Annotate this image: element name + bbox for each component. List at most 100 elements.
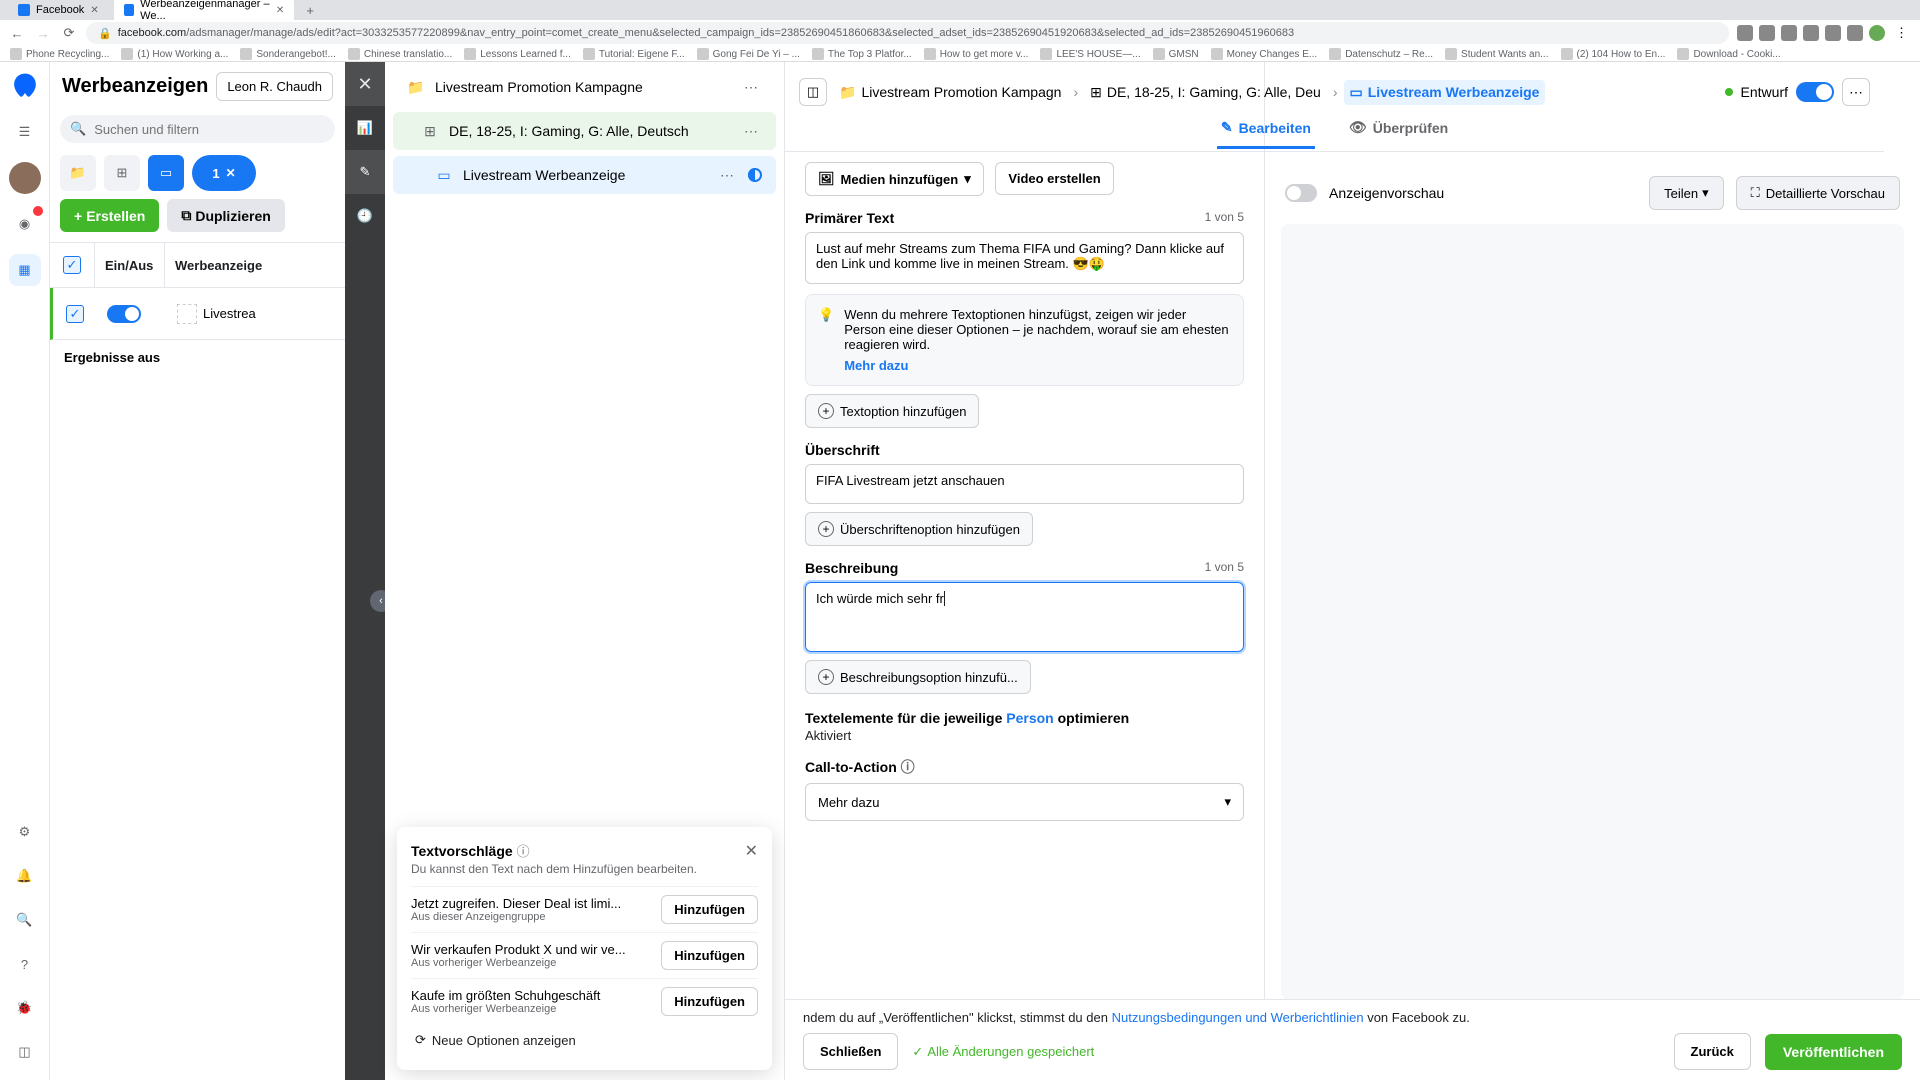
forward-icon[interactable]: → xyxy=(34,24,52,42)
reload-icon[interactable]: ⟳ xyxy=(60,24,78,42)
bookmark[interactable]: Chinese translatio... xyxy=(348,48,452,60)
bookmark[interactable]: LEE'S HOUSE—... xyxy=(1040,48,1140,60)
menu-icon[interactable]: ⋮ xyxy=(1891,25,1912,41)
bookmark[interactable]: Tutorial: Eigene F... xyxy=(583,48,685,60)
new-tab-button[interactable]: + xyxy=(298,3,322,18)
status-toggle[interactable] xyxy=(107,305,141,323)
crumb-ad[interactable]: ▭Livestream Werbeanzeige xyxy=(1344,80,1546,105)
panel-icon[interactable]: ◫ xyxy=(9,1036,41,1068)
tab-campaigns[interactable]: 📁 xyxy=(60,155,96,191)
close-icon[interactable]: ✕ xyxy=(226,166,236,180)
back-icon[interactable]: ← xyxy=(8,24,26,42)
primary-text-input[interactable]: Lust auf mehr Streams zum Thema FIFA und… xyxy=(805,232,1244,284)
gear-icon[interactable]: ⚙ xyxy=(9,816,41,848)
search-input[interactable]: 🔍 xyxy=(60,115,335,143)
tab-edit[interactable]: ✎Bearbeiten xyxy=(1217,109,1315,149)
ext-icon[interactable] xyxy=(1759,25,1775,41)
ext-icon[interactable] xyxy=(1803,25,1819,41)
address-bar[interactable]: 🔒 facebook.com /adsmanager/manage/ads/ed… xyxy=(86,22,1729,44)
checkbox[interactable]: ✓ xyxy=(66,305,84,323)
bookmark[interactable]: (2) 104 How to En... xyxy=(1561,48,1666,60)
meta-logo-icon[interactable] xyxy=(10,72,40,102)
gauge-icon[interactable]: ◉ xyxy=(9,208,41,240)
bookmark[interactable]: (1) How Working a... xyxy=(121,48,228,60)
bookmark[interactable]: Phone Recycling... xyxy=(10,48,109,60)
history-icon[interactable]: 🕘 xyxy=(345,194,385,238)
close-icon[interactable]: ✕ xyxy=(745,841,758,861)
crumb-campaign[interactable]: 📁Livestream Promotion Kampagn xyxy=(833,80,1067,105)
headline-input[interactable]: FIFA Livestream jetzt anschauen xyxy=(805,464,1244,504)
add-suggestion-button[interactable]: Hinzufügen xyxy=(661,987,758,1016)
terms-link[interactable]: Nutzungsbedingungen und Werberichtlinien xyxy=(1112,1010,1364,1025)
ad-status-toggle[interactable] xyxy=(1796,82,1834,102)
add-description-option-button[interactable]: +Beschreibungsoption hinzufü... xyxy=(805,660,1031,694)
info-icon[interactable]: ⓘ xyxy=(901,759,915,775)
bookmark[interactable]: Download - Cooki... xyxy=(1677,48,1780,60)
create-video-button[interactable]: Video erstellen xyxy=(995,162,1113,195)
bookmark[interactable]: How to get more v... xyxy=(924,48,1029,60)
bookmark[interactable]: The Top 3 Platfor... xyxy=(812,48,912,60)
cta-select[interactable]: Mehr dazu ▾ xyxy=(805,783,1244,821)
avatar[interactable] xyxy=(9,162,41,194)
bug-icon[interactable]: 🐞 xyxy=(9,992,41,1024)
add-text-option-button[interactable]: +Textoption hinzufügen xyxy=(805,394,979,428)
bookmark[interactable]: Datenschutz – Re... xyxy=(1329,48,1433,60)
browser-tab[interactable]: Facebook ✕ xyxy=(8,1,110,19)
bell-icon[interactable]: 🔔 xyxy=(9,860,41,892)
table-row[interactable]: ✓ Livestrea xyxy=(50,288,345,340)
bookmark[interactable]: Gong Fei De Yi – ... xyxy=(697,48,800,60)
close-editor-button[interactable]: ✕ xyxy=(345,62,385,106)
add-media-button[interactable]: 🖼Medien hinzufügen▾ xyxy=(805,162,984,196)
tree-ad[interactable]: ▭ Livestream Werbeanzeige ⋯ xyxy=(393,156,776,194)
chart-icon[interactable]: 📊 xyxy=(345,106,385,150)
account-dropdown[interactable]: Leon R. Chaudh xyxy=(216,72,333,101)
info-icon[interactable]: ⓘ xyxy=(517,841,530,860)
ext-icon[interactable] xyxy=(1737,25,1753,41)
filter-chip[interactable]: 1 ✕ xyxy=(192,155,256,191)
bookmark[interactable]: Student Wants an... xyxy=(1445,48,1548,60)
ext-icon[interactable] xyxy=(1825,25,1841,41)
col-ad[interactable]: Werbeanzeige xyxy=(164,243,345,287)
bookmark[interactable]: Lessons Learned f... xyxy=(464,48,571,60)
preview-toggle[interactable] xyxy=(1285,184,1317,202)
tree-campaign[interactable]: 📁 Livestream Promotion Kampagne ⋯ xyxy=(393,68,776,106)
search-field[interactable] xyxy=(94,122,325,137)
learn-more-link[interactable]: Mehr dazu xyxy=(844,358,1231,373)
ext-icon[interactable] xyxy=(1781,25,1797,41)
tab-review[interactable]: 👁Überprüfen xyxy=(1345,109,1452,149)
publish-button[interactable]: Veröffentlichen xyxy=(1765,1034,1902,1070)
add-suggestion-button[interactable]: Hinzufügen xyxy=(661,895,758,924)
checkbox-all[interactable]: ✓ xyxy=(63,256,81,274)
more-icon[interactable]: ⋯ xyxy=(740,123,762,140)
more-icon[interactable]: ⋯ xyxy=(716,167,738,184)
panel-toggle-icon[interactable]: ◫ xyxy=(799,78,827,106)
search-icon[interactable]: 🔍 xyxy=(9,904,41,936)
bookmark[interactable]: Sonderangebot!... xyxy=(240,48,336,60)
crumb-adset[interactable]: ⊞DE, 18-25, I: Gaming, G: Alle, Deu xyxy=(1084,80,1327,105)
tab-adsets[interactable]: ⊞ xyxy=(104,155,140,191)
duplicate-button[interactable]: ⧉Duplizieren xyxy=(167,199,284,232)
person-link[interactable]: Person xyxy=(1006,710,1053,726)
ext-icon[interactable] xyxy=(1847,25,1863,41)
more-suggestions-button[interactable]: ⟳ Neue Optionen anzeigen xyxy=(411,1024,758,1056)
col-toggle[interactable]: Ein/Aus xyxy=(94,243,164,287)
close-icon[interactable]: ✕ xyxy=(276,5,284,15)
back-button[interactable]: Zurück xyxy=(1674,1033,1751,1070)
bookmark[interactable]: GMSN xyxy=(1153,48,1199,60)
close-button[interactable]: Schließen xyxy=(803,1033,898,1070)
share-button[interactable]: Teilen▾ xyxy=(1649,176,1724,210)
description-input[interactable]: Ich würde mich sehr fr xyxy=(805,582,1244,652)
add-suggestion-button[interactable]: Hinzufügen xyxy=(661,941,758,970)
tree-adset[interactable]: ⊞ DE, 18-25, I: Gaming, G: Alle, Deutsch… xyxy=(393,112,776,150)
detailed-preview-button[interactable]: ⛶Detaillierte Vorschau xyxy=(1736,176,1900,210)
close-icon[interactable]: ✕ xyxy=(90,5,100,15)
more-icon[interactable]: ⋯ xyxy=(740,79,762,96)
hamburger-icon[interactable]: ☰ xyxy=(9,116,41,148)
edit-icon[interactable]: ✎ xyxy=(345,150,385,194)
more-menu-button[interactable]: ⋯ xyxy=(1842,78,1870,106)
create-button[interactable]: +Erstellen xyxy=(60,199,159,232)
add-headline-option-button[interactable]: +Überschriftenoption hinzufügen xyxy=(805,512,1033,546)
help-icon[interactable]: ? xyxy=(9,948,41,980)
grid-icon[interactable]: ▦ xyxy=(9,254,41,286)
ext-icon[interactable] xyxy=(1869,25,1885,41)
